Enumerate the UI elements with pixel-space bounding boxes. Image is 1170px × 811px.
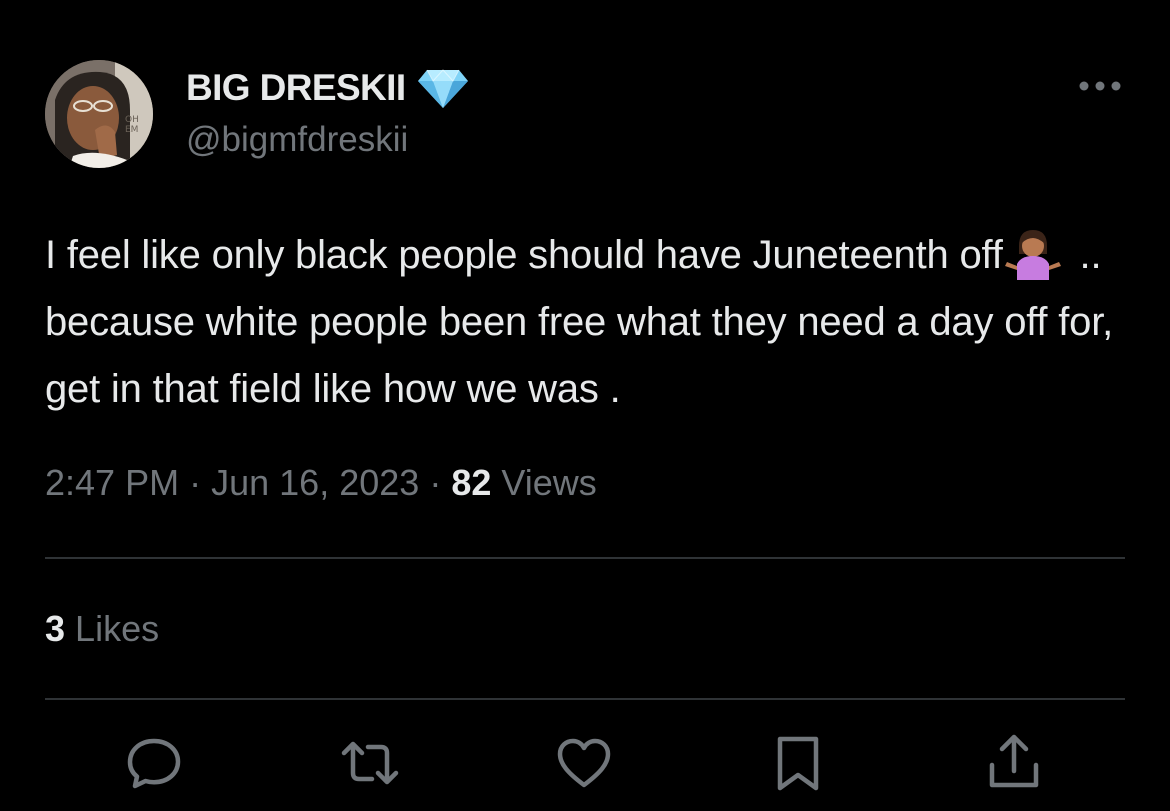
tweet-meta: 2:47 PM · Jun 16, 2023 · 82 Views — [45, 462, 597, 504]
avatar[interactable]: OH EM — [45, 60, 153, 168]
divider — [45, 698, 1125, 700]
tweet-text: I feel like only black people should hav… — [45, 222, 1130, 423]
svg-text:OH: OH — [125, 115, 139, 125]
more-icon — [1079, 81, 1121, 91]
user-handle[interactable]: @bigmfdreskii — [186, 120, 408, 160]
avatar-photo: OH EM — [45, 60, 153, 168]
divider — [45, 557, 1125, 559]
like-button[interactable] — [554, 733, 614, 793]
bookmark-icon — [777, 736, 819, 791]
heart-icon — [557, 738, 611, 788]
reply-button[interactable] — [124, 733, 184, 793]
share-button[interactable] — [984, 733, 1044, 793]
tweet-time[interactable]: 2:47 PM — [45, 462, 179, 503]
views-count: 82 — [451, 462, 492, 503]
bookmark-button[interactable] — [768, 733, 828, 793]
tweet-text-part1: I feel like only black people should hav… — [45, 233, 1003, 277]
retweet-icon — [341, 741, 399, 785]
display-name-text: BIG DRESKII — [186, 67, 406, 108]
person-shrugging-emoji — [1004, 224, 1061, 280]
svg-text:EM: EM — [125, 125, 138, 135]
diamond-icon — [416, 66, 470, 110]
likes-count: 3 — [45, 608, 66, 649]
meta-separator: · — [429, 462, 442, 503]
likes-label: Likes — [75, 608, 160, 649]
retweet-button[interactable] — [340, 733, 400, 793]
display-name[interactable]: BIG DRESKII — [186, 66, 470, 110]
meta-separator: · — [189, 462, 202, 503]
more-options-button[interactable] — [1074, 68, 1126, 104]
tweet-date[interactable]: Jun 16, 2023 — [211, 462, 419, 503]
share-icon — [989, 734, 1039, 788]
views-label: Views — [501, 462, 597, 503]
comment-icon — [127, 738, 181, 789]
likes-stat[interactable]: 3 Likes — [45, 608, 159, 650]
